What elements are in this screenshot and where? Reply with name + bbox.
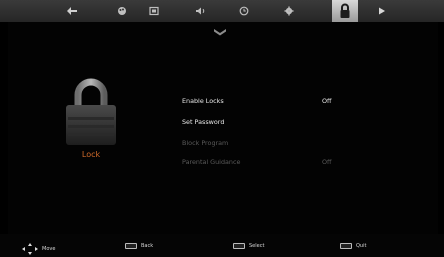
- tab-timer[interactable]: [232, 0, 256, 22]
- section-title: Lock: [81, 150, 101, 159]
- tab-channel[interactable]: [142, 0, 166, 22]
- hint-select: Select: [233, 243, 264, 249]
- select-key-icon: [233, 243, 245, 249]
- tab-picture[interactable]: [60, 0, 84, 22]
- tab-lock[interactable]: [332, 0, 358, 22]
- tab-sound[interactable]: [110, 0, 134, 22]
- picture-icon: [67, 7, 77, 15]
- menu-item-set-password[interactable]: Set Password: [182, 118, 362, 128]
- channel-icon: [149, 6, 159, 16]
- menu-item-value: Off: [322, 158, 332, 166]
- menu-item-block-program: Block Program: [182, 139, 362, 149]
- hint-label: Quit: [356, 243, 367, 249]
- menu-item-parental-guidance: Parental Guidance Off: [182, 158, 362, 168]
- menu-item-label: Set Password: [182, 118, 225, 126]
- exit-key-icon: [340, 243, 352, 249]
- menu-item-label: Enable Locks: [182, 97, 224, 105]
- menu-item-enable-locks[interactable]: Enable Locks Off: [182, 97, 362, 107]
- settings-gear-icon: [284, 6, 294, 16]
- volume-icon: [196, 7, 205, 15]
- forward-icon: [379, 7, 385, 15]
- hint-label: Back: [141, 243, 154, 249]
- dpad-icon: [22, 243, 38, 255]
- hint-label: Move: [42, 246, 56, 252]
- lock-icon: [340, 3, 350, 18]
- menu-item-label: Block Program: [182, 139, 229, 147]
- tab-setup[interactable]: [277, 0, 301, 22]
- tab-volume[interactable]: [189, 0, 213, 22]
- menu-item-value: Off: [322, 97, 332, 105]
- hint-move: Move: [22, 243, 55, 255]
- tab-next[interactable]: [370, 0, 394, 22]
- clock-icon: [239, 6, 249, 16]
- hint-back: Back: [125, 243, 153, 249]
- hint-quit: Quit: [340, 243, 366, 249]
- top-tab-bar: [0, 0, 444, 22]
- chevron-down-icon: [214, 29, 226, 36]
- padlock-icon: [66, 78, 116, 145]
- footer-hints: Move Back Select Quit: [0, 234, 444, 257]
- sound-palette-icon: [118, 7, 126, 15]
- hint-label: Select: [249, 243, 265, 249]
- menu-item-label: Parental Guidance: [182, 158, 241, 166]
- menu-key-icon: [125, 243, 137, 249]
